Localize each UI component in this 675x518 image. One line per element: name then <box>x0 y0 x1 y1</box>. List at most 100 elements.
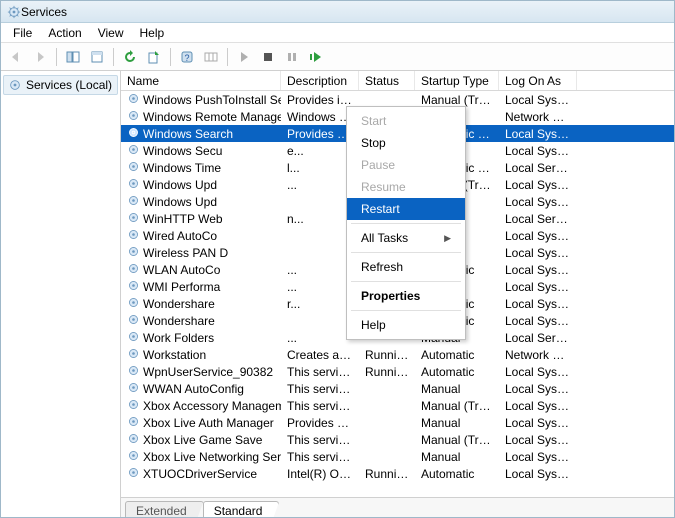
menu-file[interactable]: File <box>5 24 40 42</box>
service-logon: Local Service <box>499 161 577 175</box>
columns-button[interactable] <box>200 46 222 68</box>
service-description: This service ... <box>281 365 359 379</box>
service-name: Windows Upd <box>143 195 217 209</box>
menu-help[interactable]: Help <box>132 24 173 42</box>
ctx-pause[interactable]: Pause <box>347 154 465 176</box>
sidebar: Services (Local) <box>1 71 121 517</box>
col-header-startup[interactable]: Startup Type <box>415 71 499 90</box>
service-icon <box>127 143 140 159</box>
ctx-all-tasks[interactable]: All Tasks▶ <box>347 227 465 249</box>
service-logon: Local System <box>499 144 577 158</box>
service-startup: Manual (Trigg... <box>415 399 499 413</box>
titlebar: Services <box>1 1 674 23</box>
service-name: Windows Search <box>143 127 233 141</box>
service-icon <box>127 160 140 176</box>
menu-action[interactable]: Action <box>40 24 89 42</box>
service-icon <box>127 177 140 193</box>
service-row[interactable]: Xbox Live Auth Manager Provides aut... Man… <box>121 414 674 431</box>
show-hide-tree-button[interactable] <box>62 46 84 68</box>
service-icon <box>127 126 140 142</box>
service-icon <box>127 449 140 465</box>
col-header-name[interactable]: Name <box>121 71 281 90</box>
back-button[interactable] <box>5 46 27 68</box>
tree-node-label: Services (Local) <box>26 78 112 92</box>
tab-standard[interactable]: Standard <box>203 501 280 518</box>
ctx-help[interactable]: Help <box>347 314 465 336</box>
service-name: Windows Upd <box>143 178 217 192</box>
ctx-separator <box>351 252 461 253</box>
service-startup: Manual <box>415 450 499 464</box>
context-menu: Start Stop Pause Resume Restart All Task… <box>346 106 466 340</box>
service-row[interactable]: Xbox Accessory Managemen...This service … <box>121 397 674 414</box>
services-tree-icon <box>8 78 22 92</box>
service-row[interactable]: XTUOCDriverServiceIntel(R) Over...Runnin… <box>121 465 674 482</box>
tab-extended[interactable]: Extended <box>125 501 204 518</box>
service-name: XTUOCDriverService <box>143 467 257 481</box>
service-icon <box>127 194 140 210</box>
export-button[interactable] <box>143 46 165 68</box>
service-row[interactable]: Xbox Live Networking ServiceThis service… <box>121 448 674 465</box>
service-description: Provides aut... <box>281 416 359 430</box>
restart-service-button[interactable] <box>305 46 327 68</box>
service-startup: Manual <box>415 416 499 430</box>
service-status: Running <box>359 348 415 362</box>
col-header-logon[interactable]: Log On As <box>499 71 577 90</box>
col-header-description[interactable]: Description <box>281 71 359 90</box>
menu-view[interactable]: View <box>90 24 132 42</box>
service-name: Windows Time <box>143 161 221 175</box>
start-service-button[interactable] <box>233 46 255 68</box>
ctx-resume[interactable]: Resume <box>347 176 465 198</box>
service-status: Running <box>359 365 415 379</box>
service-name: Work Folders <box>143 331 214 345</box>
service-logon: Local System <box>499 297 577 311</box>
refresh-button[interactable] <box>119 46 141 68</box>
service-logon: Local System <box>499 450 577 464</box>
ctx-start[interactable]: Start <box>347 110 465 132</box>
help-button[interactable]: ? <box>176 46 198 68</box>
service-logon: Local System <box>499 195 577 209</box>
stop-service-button[interactable] <box>257 46 279 68</box>
toolbar: ? <box>1 43 674 71</box>
properties-button[interactable] <box>86 46 108 68</box>
service-name: Windows Secu <box>143 144 222 158</box>
service-description: This service ... <box>281 433 359 447</box>
service-icon <box>127 330 140 346</box>
service-icon <box>127 347 140 363</box>
toolbar-separator <box>227 48 228 66</box>
service-row[interactable]: Xbox Live Game SaveThis service ...Manua… <box>121 431 674 448</box>
service-name: Xbox Live Networking Service <box>143 450 281 464</box>
service-description: This service ... <box>281 399 359 413</box>
forward-button[interactable] <box>29 46 51 68</box>
service-startup: Automatic <box>415 348 499 362</box>
service-icon <box>127 109 140 125</box>
service-name: WWAN AutoConfig <box>143 382 244 396</box>
col-header-status[interactable]: Status <box>359 71 415 90</box>
ctx-refresh[interactable]: Refresh <box>347 256 465 278</box>
service-name: Wired AutoCo <box>143 229 217 243</box>
services-window: Services File Action View Help ? Se <box>0 0 675 518</box>
service-name: Wireless PAN D <box>143 246 228 260</box>
main-panel: Name Description Status Startup Type Log… <box>121 71 674 517</box>
service-name: Wondershare <box>143 314 215 328</box>
ctx-separator <box>351 223 461 224</box>
service-row[interactable]: WorkstationCreates and ...RunningAutomat… <box>121 346 674 363</box>
service-icon <box>127 262 140 278</box>
ctx-properties[interactable]: Properties <box>347 285 465 307</box>
ctx-separator <box>351 281 461 282</box>
ctx-restart[interactable]: Restart <box>347 198 465 220</box>
ctx-separator <box>351 310 461 311</box>
service-row[interactable]: WpnUserService_90382This service ...Runn… <box>121 363 674 380</box>
chevron-right-icon: ▶ <box>444 233 451 244</box>
service-name: Wondershare <box>143 297 215 311</box>
service-icon <box>127 381 140 397</box>
tree-node-services-local[interactable]: Services (Local) <box>3 75 118 95</box>
service-status: Running <box>359 467 415 481</box>
bottom-tabs: Extended Standard <box>121 497 674 517</box>
service-row[interactable]: WWAN AutoConfigThis service ...ManualLoc… <box>121 380 674 397</box>
toolbar-separator <box>113 48 114 66</box>
service-icon <box>127 296 140 312</box>
ctx-stop[interactable]: Stop <box>347 132 465 154</box>
pause-service-button[interactable] <box>281 46 303 68</box>
toolbar-separator <box>170 48 171 66</box>
service-name: Xbox Live Auth Manager <box>143 416 274 430</box>
